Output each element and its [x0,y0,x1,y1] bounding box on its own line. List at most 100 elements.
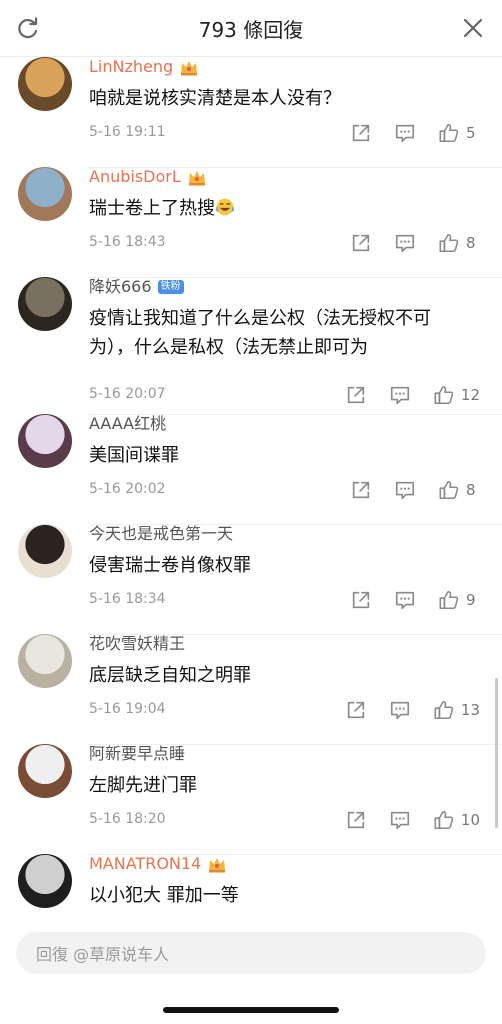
comment-item[interactable]: 今天也是戒色第一天 侵害瑞士卷肖像权罪 5-16 18:34 9 [0,524,502,634]
comment-icon [390,811,409,830]
author-name: 今天也是戒色第一天 [89,524,234,543]
like-button[interactable]: 8 [438,232,480,254]
reply-button[interactable] [394,122,416,144]
comment-author[interactable]: 今天也是戒色第一天 [89,524,233,544]
crown-icon [188,171,205,186]
home-indicator [163,1007,339,1013]
share-button[interactable] [345,809,367,831]
reply-bar[interactable] [16,932,486,976]
comment-author[interactable]: 花吹雪妖精王 [89,634,185,654]
comment-icon [390,386,409,405]
comment-body: 以小犯大 罪加一等 [89,885,239,906]
comment-author[interactable]: AnubisDorL [89,167,207,187]
comment-time: 5-16 18:20 [89,811,166,827]
comment-icon [395,591,415,610]
share-button[interactable] [350,232,372,254]
reply-button[interactable] [394,589,416,611]
comment-author[interactable]: MANATRON14 [89,854,227,874]
comment-author[interactable]: LinNzheng [89,57,199,77]
comment-text: 疫情让我知道了什么是公权（法无授权不可为），什么是私权（法无禁止即可为 [89,304,462,362]
comment-meta: 5-16 20:02 8 [89,478,490,502]
avatar[interactable] [18,277,72,331]
share-button[interactable] [350,122,372,144]
comment-text: 美国间谍罪 [89,441,462,470]
comment-actions: 13 [323,698,480,722]
reply-button[interactable] [394,479,416,501]
comment-time: 5-16 19:04 [89,701,166,717]
comment-list[interactable]: LinNzheng 咱就是说核实清楚是本人没有？ 5-16 19:11 5 Anubis… [0,57,502,923]
share-button[interactable] [350,479,372,501]
avatar[interactable] [18,854,72,908]
comment-author[interactable]: 阿新要早点睡 [89,744,185,764]
thumbs-up-icon [434,810,454,830]
comment-item[interactable]: 花吹雪妖精王底层缺乏自知之明罪 5-16 19:04 13 [0,634,502,744]
comment-body: 底层缺乏自知之明罪 [89,665,251,686]
comment-author[interactable]: AAAA红桃 [89,414,166,434]
share-button[interactable] [350,589,372,611]
thumbs-up-icon [434,700,454,720]
comment-item[interactable]: MANATRON14 以小犯大 罪加一等 [0,854,502,923]
reply-button[interactable] [389,699,411,721]
share-icon [352,234,370,252]
comment-meta: 5-16 19:11 5 [89,121,490,145]
like-button[interactable]: 13 [433,699,480,721]
comment-body: 左脚先进门罪 [89,775,197,796]
close-icon[interactable] [462,17,484,39]
like-button[interactable]: 12 [433,384,480,406]
comment-item[interactable]: AnubisDorL 瑞士卷上了热搜 5-16 18:43 8 [0,167,502,277]
comment-text: 以小犯大 罪加一等 [89,881,462,910]
avatar[interactable] [18,744,72,798]
author-name: AnubisDorL [89,167,181,186]
like-count: 10 [460,811,480,829]
comment-actions: 10 [323,808,480,832]
share-icon [352,481,370,499]
comment-meta: 5-16 19:04 13 [89,698,490,722]
reply-input[interactable] [34,932,468,976]
comment-actions: 12 [323,383,480,407]
like-count: 8 [466,481,476,499]
comment-item[interactable]: 阿新要早点睡 左脚先进门罪 5-16 18:20 10 [0,744,502,854]
comment-time: 5-16 19:11 [89,124,166,140]
avatar[interactable] [18,524,72,578]
comment-time: 5-16 18:43 [89,234,166,250]
comment-text: 咱就是说核实清楚是本人没有？ [89,84,462,113]
avatar[interactable] [18,414,72,468]
comment-meta: 5-16 20:07 12 [89,383,490,407]
reply-button[interactable] [389,384,411,406]
comment-item[interactable]: LinNzheng 咱就是说核实清楚是本人没有？ 5-16 19:11 5 [0,57,502,167]
fan-badge: 铁粉 [157,280,184,294]
like-button[interactable]: 5 [438,122,480,144]
comment-text: 侵害瑞士卷肖像权罪 [89,551,462,580]
comment-body: 侵害瑞士卷肖像权罪 [89,555,251,576]
scrollbar[interactable] [495,678,498,828]
author-name: 阿新要早点睡 [89,744,186,763]
share-button[interactable] [345,699,367,721]
comment-icon [395,234,415,253]
comment-item[interactable]: 降妖666 铁粉疫情让我知道了什么是公权（法无授权不可为），什么是私权（法无禁止即… [0,277,502,414]
reply-button[interactable] [394,232,416,254]
like-count: 9 [466,591,476,609]
author-name: LinNzheng [89,57,174,76]
page-title: 793 條回復 [198,18,304,42]
like-button[interactable]: 10 [433,809,480,831]
comment-time: 5-16 18:34 [89,591,166,607]
laughing-crying-emoji-icon [216,198,234,216]
like-button[interactable]: 9 [438,589,480,611]
like-button[interactable]: 8 [438,479,480,501]
crown-icon [181,61,198,76]
avatar[interactable] [18,57,72,111]
avatar[interactable] [18,634,72,688]
comment-item[interactable]: AAAA红桃美国间谍罪 5-16 20:02 8 [0,414,502,524]
comment-actions: 8 [328,231,480,255]
reply-button[interactable] [389,809,411,831]
thumbs-up-icon [439,123,459,143]
header: 793 條回復 [0,0,502,57]
comment-meta: 5-16 18:43 8 [89,231,490,255]
like-count: 12 [460,386,480,404]
share-button[interactable] [345,384,367,406]
comment-author[interactable]: 降妖666 铁粉 [89,277,184,297]
thumbs-up-icon [439,480,459,500]
avatar[interactable] [18,167,72,221]
comment-actions: 8 [328,478,480,502]
author-name: 花吹雪妖精王 [89,634,186,653]
